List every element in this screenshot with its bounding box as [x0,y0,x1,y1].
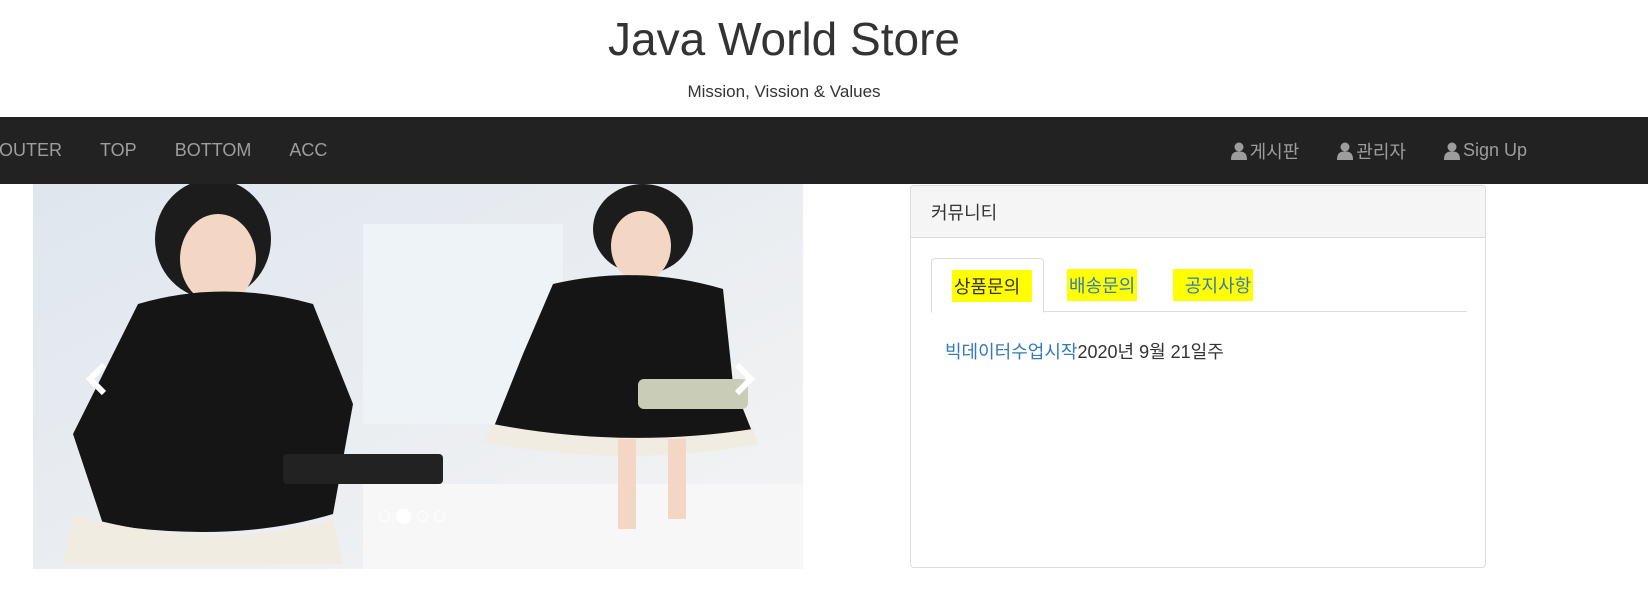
nav-item-bottom[interactable]: BOTTOM [156,140,271,161]
post-date: 2020년 9월 21일주 [1077,342,1224,362]
chevron-left-icon[interactable] [78,359,118,399]
site-header: Java World Store Mission, Vission & Valu… [0,0,1568,120]
site-title: Java World Store [608,13,960,65]
tab-shipping-inquiry[interactable]: 배송문의 [1067,258,1138,312]
post-title-link[interactable]: 빅데이터수업시작 [945,338,1077,364]
carousel-indicator-1[interactable] [379,511,390,522]
main-navbar: OUTER TOP BOTTOM ACC 게시판 관리자 Sign Up [0,117,1648,184]
user-icon [1337,142,1354,160]
tab-label: 배송문의 [1067,269,1138,301]
community-panel: 커뮤니티 상품문의 배송문의 공지사항 빅데이터수업시작 2020년 9월 21… [910,185,1486,568]
list-item: 빅데이터수업시작 2020년 9월 21일주 [945,338,1224,364]
tab-label: 공지사항 [1173,269,1254,301]
carousel-indicator-2[interactable] [396,509,411,524]
nav-item-top[interactable]: TOP [81,140,156,161]
carousel-indicators [379,509,445,524]
carousel-indicator-4[interactable] [434,511,445,522]
nav-item-acc[interactable]: ACC [270,140,346,161]
tab-product-inquiry[interactable]: 상품문의 [931,258,1044,313]
panel-heading: 커뮤니티 [911,186,1485,238]
product-carousel[interactable] [33,184,803,569]
community-tabs: 상품문의 배송문의 공지사항 [931,258,1467,313]
carousel-indicator-3[interactable] [417,511,428,522]
nav-item-admin[interactable]: 관리자 [1318,138,1425,164]
tab-label: 상품문의 [952,269,1033,302]
nav-category-list: OUTER TOP BOTTOM ACC [0,117,346,184]
nav-item-outer[interactable]: OUTER [0,140,81,161]
site-subtitle: Mission, Vission & Values [687,82,881,101]
nav-item-board-label: 게시판 [1249,141,1300,162]
user-icon [1230,142,1247,160]
chevron-right-icon[interactable] [723,359,763,399]
nav-item-board[interactable]: 게시판 [1212,138,1319,164]
nav-item-signup-label: Sign Up [1462,140,1527,160]
nav-item-signup[interactable]: Sign Up [1425,140,1546,161]
tab-notice[interactable]: 공지사항 [1173,258,1254,312]
nav-user-menu: 게시판 관리자 Sign Up [1212,117,1546,184]
nav-item-admin-label: 관리자 [1356,141,1406,162]
user-icon [1443,142,1460,160]
